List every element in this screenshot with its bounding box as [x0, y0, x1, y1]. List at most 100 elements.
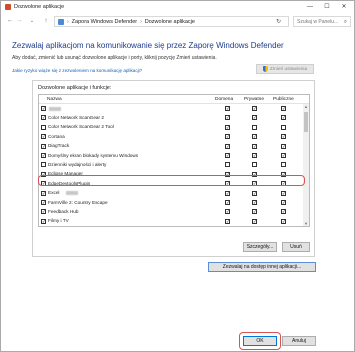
domain-checkbox[interactable]: ✓	[225, 124, 230, 130]
domain-checkbox[interactable]: ✓	[225, 209, 230, 215]
private-checkbox[interactable]: ✓	[252, 218, 257, 224]
back-arrow-icon[interactable]: ←	[6, 17, 14, 24]
table-row[interactable]: ✓ Feedback Hub ✓ ✓ ✓	[39, 208, 304, 216]
allowed-apps-list[interactable]: Nazwa Domena Prywatne Publiczne ✓ ✓ ✓ ✓ ✓ Col…	[38, 94, 310, 227]
allow-another-app-button[interactable]: Zezwalaj na dostęp innej aplikacji...	[208, 262, 316, 272]
column-header-name[interactable]: Nazwa	[47, 97, 62, 102]
dialog-window: Dozwolone aplikacje — ☐ ✕ ← → ⌄ ↑ › Zapo…	[0, 0, 355, 352]
refresh-icon[interactable]: ↻	[276, 18, 281, 25]
enable-checkbox[interactable]: ✓	[41, 115, 46, 121]
table-row[interactable]: ✓ Cortana ✓ ✓ ✓	[39, 133, 304, 141]
breadcrumb-firewall[interactable]: Zapora Windows Defender	[72, 19, 137, 25]
enable-checkbox[interactable]: ✓	[41, 200, 46, 205]
private-checkbox[interactable]: ✓	[252, 190, 257, 196]
app-name: Excel	[48, 190, 60, 196]
search-input[interactable]: Szukaj w Panelu... ⌕	[293, 16, 351, 27]
scroll-down-icon[interactable]: ▼	[303, 221, 309, 226]
domain-checkbox[interactable]: ✓	[225, 181, 230, 187]
up-arrow-icon[interactable]: ↑	[42, 17, 50, 24]
breadcrumb[interactable]: › Zapora Windows Defender › Dozwolone ap…	[54, 16, 289, 27]
private-checkbox[interactable]: ✓	[252, 209, 257, 215]
domain-checkbox[interactable]: ✓	[225, 153, 230, 158]
details-button[interactable]: Szczegóły...	[243, 242, 277, 252]
domain-checkbox[interactable]: ✓	[225, 171, 230, 177]
table-row[interactable]: ✓ Domyślny ekran blokady systemu Windows ✓…	[39, 152, 304, 160]
ok-button[interactable]: OK	[243, 336, 277, 346]
close-button[interactable]: ✕	[337, 2, 351, 12]
allowed-apps-group: Dozwolone aplikacje i funkcje: Nazwa Dom…	[32, 80, 315, 257]
public-checkbox[interactable]: ✓	[281, 218, 286, 224]
maximize-button[interactable]: ☐	[320, 2, 334, 12]
column-header-domain[interactable]: Domena	[215, 97, 233, 102]
breadcrumb-allowed-apps[interactable]: Dozwolone aplikacje	[145, 19, 195, 25]
enable-checkbox[interactable]: ✓	[41, 153, 46, 158]
public-checkbox[interactable]: ✓	[281, 115, 286, 121]
enable-checkbox[interactable]: ✓	[41, 106, 46, 111]
table-row[interactable]: Dzienniki wydajności i alerty	[39, 161, 304, 169]
allowed-apps-label: Dozwolone aplikacje i funkcje:	[38, 85, 112, 91]
recent-locations-chevron-icon[interactable]: ⌄	[28, 18, 36, 24]
enable-checkbox[interactable]: ✓	[41, 209, 46, 215]
public-checkbox[interactable]: ✓	[281, 209, 286, 215]
table-row[interactable]: Color Network ScanGear 2 Tool ✓	[39, 124, 304, 132]
enable-checkbox[interactable]: ✓	[41, 218, 46, 224]
private-checkbox[interactable]: ✓	[252, 171, 257, 177]
table-row[interactable]: ✓ Eclipse Manager ✓ ✓ ✓	[39, 171, 304, 179]
domain-checkbox[interactable]: ✓	[225, 134, 230, 140]
cancel-button[interactable]: Anuluj	[282, 336, 316, 346]
enable-checkbox[interactable]: ✓	[41, 143, 46, 149]
app-name: Cortana	[48, 133, 65, 139]
private-checkbox[interactable]: ✓	[252, 115, 257, 121]
column-header-public[interactable]: Publiczne	[273, 97, 294, 102]
table-row[interactable]: ✓ Excel ✓ ✓ ✓	[39, 190, 304, 198]
enable-checkbox[interactable]	[41, 162, 46, 168]
domain-checkbox[interactable]: ✓	[225, 106, 230, 111]
vertical-scrollbar[interactable]: ▲ ▼	[303, 104, 309, 226]
change-settings-button[interactable]: Zmień ustawienia	[256, 64, 314, 74]
domain-checkbox[interactable]: ✓	[225, 218, 230, 224]
table-row[interactable]: ✓ Color Network ScanGear 2 ✓ ✓ ✓	[39, 114, 304, 122]
page-subtitle: Aby dodać, zmienić lub usunąć dozwolone …	[12, 55, 217, 61]
table-row[interactable]: ✓ DiagTrack ✓ ✓ ✓	[39, 143, 304, 151]
public-checkbox[interactable]	[281, 124, 286, 130]
public-checkbox[interactable]: ✓	[281, 181, 286, 187]
table-row[interactable]: ✓ EdgeDevtoolsPlugin ✓ ✓ ✓	[39, 180, 304, 188]
private-checkbox[interactable]: ✓	[252, 106, 257, 111]
enable-checkbox[interactable]: ✓	[41, 190, 46, 196]
public-checkbox[interactable]: ✓	[281, 153, 286, 158]
public-checkbox[interactable]: ✓	[281, 143, 286, 149]
public-checkbox[interactable]: ✓	[281, 106, 286, 111]
private-checkbox[interactable]: ✓	[252, 153, 257, 158]
table-row[interactable]: ✓ Filmy i TV ✓ ✓ ✓	[39, 218, 304, 226]
table-row[interactable]: ✓ FarmVille 2: Country Escape ✓ ✓ ✓	[39, 199, 304, 207]
scroll-up-icon[interactable]: ▲	[303, 104, 309, 110]
public-checkbox[interactable]: ✓	[281, 171, 286, 177]
private-checkbox[interactable]: ✓	[252, 134, 257, 140]
enable-checkbox[interactable]: ✓	[41, 134, 46, 140]
public-checkbox[interactable]	[281, 162, 286, 168]
column-header-private[interactable]: Prywatne	[244, 97, 264, 102]
risk-info-link[interactable]: Jakie ryzyko wiąże się z zezwoleniem na …	[12, 68, 142, 73]
domain-checkbox[interactable]: ✓	[225, 200, 230, 205]
enable-checkbox[interactable]: ✓	[41, 171, 46, 177]
private-checkbox[interactable]: ✓	[252, 181, 257, 187]
domain-checkbox[interactable]: ✓	[225, 190, 230, 196]
private-checkbox[interactable]	[252, 162, 257, 168]
forward-arrow-icon[interactable]: →	[15, 17, 23, 24]
public-checkbox[interactable]: ✓	[281, 190, 286, 196]
app-name: Domyślny ekran blokady systemu Windows	[48, 152, 139, 158]
domain-checkbox[interactable]	[225, 162, 230, 168]
enable-checkbox[interactable]	[41, 124, 46, 130]
table-row[interactable]: ✓ ✓ ✓ ✓	[39, 105, 304, 113]
domain-checkbox[interactable]: ✓	[225, 143, 230, 149]
private-checkbox[interactable]: ✓	[252, 200, 257, 205]
public-checkbox[interactable]: ✓	[281, 200, 286, 205]
scroll-thumb[interactable]	[304, 112, 308, 132]
private-checkbox[interactable]	[252, 124, 257, 130]
domain-checkbox[interactable]: ✓	[225, 115, 230, 121]
private-checkbox[interactable]: ✓	[252, 143, 257, 149]
remove-button[interactable]: Usuń	[282, 242, 310, 252]
enable-checkbox[interactable]: ✓	[41, 181, 46, 187]
public-checkbox[interactable]: ✓	[281, 134, 286, 140]
minimize-button[interactable]: —	[303, 2, 317, 12]
